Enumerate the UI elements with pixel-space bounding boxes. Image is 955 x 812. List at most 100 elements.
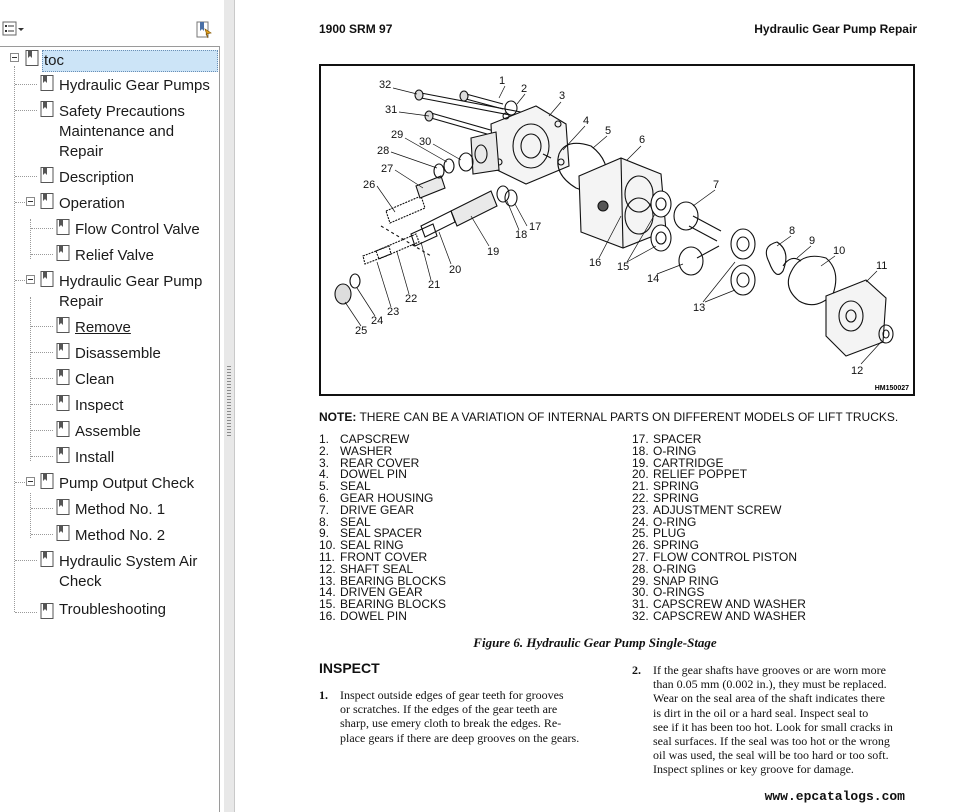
toc-item-inspect[interactable]: Inspect — [75, 396, 123, 416]
toc-item-label: Disassemble — [75, 345, 161, 362]
toc-item-flow-control-valve[interactable]: Flow Control Valve — [75, 220, 200, 240]
callout-label: 1 — [499, 75, 505, 87]
tree-line — [15, 482, 25, 483]
exploded-view-figure: 1 2 3 4 5 6 7 8 9 10 11 12 13 14 15 16 1… — [319, 64, 915, 396]
toc-item-clean[interactable]: Clean — [75, 370, 114, 390]
toc-item-install[interactable]: Install — [75, 448, 114, 468]
toc-item-label: Flow Control Valve — [75, 221, 200, 238]
page-header-right: Hydraulic Gear Pump Repair — [754, 22, 917, 36]
toc-item-label: Hydraulic Gear Pump Repair — [59, 273, 203, 310]
tree-line — [31, 228, 53, 229]
toc-item-hydraulic-gear-pump-repair[interactable]: Hydraulic Gear Pump Repair — [59, 272, 209, 312]
list-item: 16. DOWEL PIN — [319, 608, 407, 623]
callout-label: 10 — [833, 245, 845, 257]
toc-item-pump-output-check[interactable]: Pump Output Check — [59, 474, 194, 494]
bookmark-icon — [40, 551, 54, 567]
callout-label: 24 — [371, 315, 383, 327]
note-text: NOTE: THERE CAN BE A VARIATION OF INTERN… — [319, 410, 898, 424]
pump-exploded-diagram: 1 2 3 4 5 6 7 8 9 10 11 12 13 14 15 16 1… — [334, 75, 894, 377]
tree-line — [31, 508, 53, 509]
list-item: 4. DOWEL PIN — [319, 467, 407, 482]
toc-item-troubleshooting[interactable]: Troubleshooting — [59, 600, 166, 620]
toc-item-disassemble[interactable]: Disassemble — [75, 344, 161, 364]
options-menu-button[interactable] — [2, 20, 26, 38]
bookmark-icon — [56, 343, 70, 359]
callout-label: 16 — [589, 257, 601, 269]
toc-item-label: toc — [44, 52, 65, 69]
toc-item-label: Description — [59, 169, 135, 186]
bookmarks-tree: toc Hydraulic Gear Pumps Safety Precauti… — [0, 46, 220, 812]
toc-item-label: Hydraulic Gear Pumps — [59, 77, 210, 94]
toc-item-description[interactable]: Description — [59, 168, 134, 188]
toc-item-safety-precautions[interactable]: Safety Precautions Maintenance and Repai… — [59, 102, 209, 162]
collapse-pump-repair-toggle[interactable] — [26, 275, 35, 284]
splitter-grip-handle[interactable] — [227, 366, 231, 436]
toc-item-toc[interactable]: toc — [42, 50, 218, 72]
callout-label: 18 — [515, 229, 527, 241]
bookmark-expand-icon — [196, 21, 212, 39]
tree-line — [15, 110, 37, 111]
toc-item-label: Relief Valve — [75, 247, 154, 264]
bookmark-icon — [40, 167, 54, 183]
toc-item-method-no-1[interactable]: Method No. 1 — [75, 500, 165, 520]
tree-line — [30, 493, 31, 538]
bookmark-icon — [56, 317, 70, 333]
toc-item-label: Hydraulic System Air Check — [59, 553, 198, 590]
expand-bookmark-button[interactable] — [194, 20, 214, 40]
tree-line — [31, 430, 53, 431]
toc-item-hydraulic-system-air-check[interactable]: Hydraulic System Air Check — [59, 552, 209, 592]
bookmark-icon — [56, 447, 70, 463]
section-heading: INSPECT — [319, 660, 380, 676]
callout-label: 6 — [639, 134, 645, 146]
callout-label: 29 — [391, 129, 403, 141]
watermark-text: www.epcatalogs.com — [764, 789, 905, 804]
callout-label: 9 — [809, 235, 815, 247]
callout-label: 19 — [487, 246, 499, 258]
callout-label: 25 — [355, 325, 367, 337]
callout-label: 5 — [605, 125, 611, 137]
toc-item-hydraulic-gear-pumps[interactable]: Hydraulic Gear Pumps — [59, 76, 210, 96]
bookmark-icon — [40, 75, 54, 91]
bookmark-icon — [40, 193, 54, 209]
options-list-icon — [2, 21, 24, 36]
collapse-operation-toggle[interactable] — [26, 197, 35, 206]
callout-label: 26 — [363, 179, 375, 191]
toc-item-label: Pump Output Check — [59, 475, 195, 492]
callout-label: 7 — [713, 179, 719, 191]
tree-line — [15, 612, 37, 613]
callout-label: 32 — [379, 79, 391, 91]
callout-label: 20 — [449, 264, 461, 276]
toc-item-method-no-2[interactable]: Method No. 2 — [75, 526, 165, 546]
figure-reference-id: HM150027 — [874, 385, 909, 392]
tree-line — [31, 378, 53, 379]
toc-item-operation[interactable]: Operation — [59, 194, 125, 214]
toc-item-relief-valve[interactable]: Relief Valve — [75, 246, 154, 266]
tree-line — [31, 404, 53, 405]
list-item: 32. CAPSCREW AND WASHER — [632, 608, 806, 623]
toc-item-remove[interactable]: Remove — [75, 318, 131, 338]
callout-label: 17 — [529, 221, 541, 233]
toc-item-label: Operation — [59, 195, 125, 212]
callout-label: 2 — [521, 83, 527, 95]
tree-line — [15, 176, 37, 177]
bookmark-icon — [56, 499, 70, 515]
toc-item-label: Clean — [75, 371, 115, 388]
toc-item-assemble[interactable]: Assemble — [75, 422, 141, 442]
bookmark-icon — [40, 473, 54, 489]
collapse-toc-toggle[interactable] — [10, 53, 19, 62]
note-body: THERE CAN BE A VARIATION OF INTERNAL PAR… — [356, 410, 899, 424]
step-number: 2. — [632, 663, 641, 677]
bookmarks-panel: toc Hydraulic Gear Pumps Safety Precauti… — [0, 0, 225, 812]
step-text: If the gear shafts have grooves or are w… — [653, 663, 893, 777]
callout-label: 11 — [876, 260, 887, 272]
callout-label: 8 — [789, 225, 795, 237]
tree-line — [14, 66, 15, 612]
collapse-pump-output-toggle[interactable] — [26, 477, 35, 486]
tree-line — [15, 202, 25, 203]
pane-splitter[interactable] — [224, 0, 235, 812]
callout-label: 4 — [583, 115, 589, 127]
toc-item-label: Troubleshooting — [59, 601, 167, 618]
toc-item-label: Method No. 2 — [75, 527, 166, 544]
tree-line — [31, 326, 53, 327]
bookmark-icon — [56, 219, 70, 235]
